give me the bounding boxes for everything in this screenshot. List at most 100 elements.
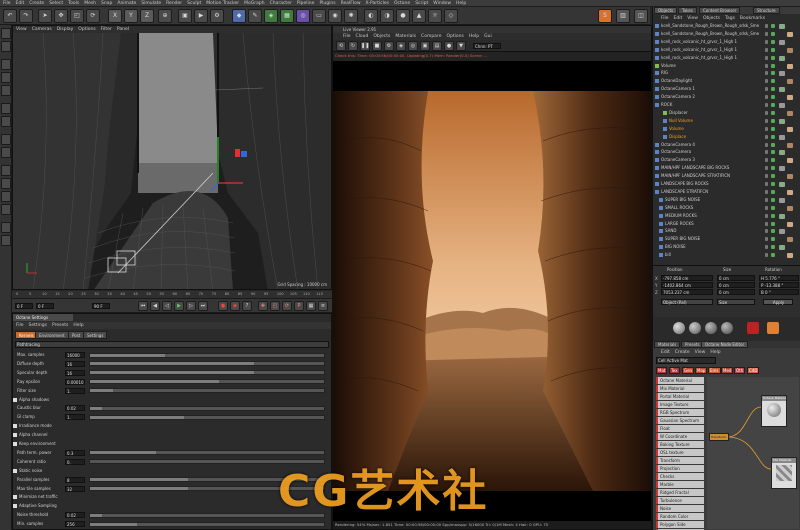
visibility-toggle-icon[interactable] <box>765 221 768 226</box>
material-tag-icon[interactable] <box>779 229 785 235</box>
ne-node-item[interactable]: Ridged Fractal <box>656 489 704 496</box>
ne-filter-oth-button[interactable]: Oth <box>734 367 746 374</box>
lv-send-scene-button[interactable]: ⟲ <box>336 41 346 51</box>
timeline-menu-button[interactable]: ≡ <box>318 301 328 311</box>
object-list-item[interactable]: MEDIUM ROCKS <box>653 213 800 220</box>
material-tag-icon[interactable] <box>779 71 785 77</box>
visibility-toggle-icon[interactable] <box>765 24 768 28</box>
live-select-button[interactable]: ➤ <box>38 9 52 23</box>
visibility-toggle-icon[interactable] <box>765 189 768 194</box>
kernel-setting-slider[interactable] <box>89 388 325 394</box>
ne-filter-map-button[interactable]: Map <box>695 367 708 374</box>
visibility-toggle-icon[interactable] <box>765 213 768 218</box>
ne-node-item[interactable]: RGB Spectrum <box>656 409 704 416</box>
coord-size-z-field[interactable]: 0 cm <box>717 289 755 295</box>
lv-stop-button[interactable]: ■ <box>372 41 382 51</box>
object-list-item[interactable]: Null Volume <box>653 118 800 125</box>
lv-menu-compare[interactable]: Compare <box>421 33 441 40</box>
record-button[interactable]: ● <box>218 301 228 311</box>
object-list-item[interactable]: BIG NOISE <box>653 244 800 251</box>
enable-check-icon[interactable] <box>771 47 775 52</box>
enable-check-icon[interactable] <box>771 213 775 218</box>
axis-x-button[interactable]: X <box>108 9 122 23</box>
ne-node-item[interactable]: Baking Texture <box>656 441 704 448</box>
tweak-mode-icon[interactable] <box>1 116 11 127</box>
visibility-toggle-icon[interactable] <box>765 118 768 123</box>
ne-filter-tex-button[interactable]: Tex <box>669 367 680 374</box>
visibility-toggle-icon[interactable] <box>765 71 768 76</box>
ne-node-item[interactable]: Marble <box>656 481 704 488</box>
ne-node-item[interactable]: Gaussian Spectrum <box>656 417 704 424</box>
undo-button[interactable]: ↶ <box>3 9 17 23</box>
kernel-setting-value[interactable]: 0.02 <box>65 512 85 519</box>
material-tag-icon[interactable] <box>787 126 793 132</box>
visibility-toggle-icon[interactable] <box>765 158 768 163</box>
node-transform[interactable]: Transform <box>709 433 729 441</box>
enable-check-icon[interactable] <box>771 134 775 139</box>
material-tag-icon[interactable] <box>779 166 785 172</box>
enable-check-icon[interactable] <box>771 174 775 179</box>
ne-tab-materials[interactable]: Materials <box>654 341 681 348</box>
kernel-setting-value[interactable]: 1. <box>65 387 85 394</box>
object-list-item[interactable]: Displacer <box>653 110 800 117</box>
enable-check-icon[interactable] <box>771 71 775 76</box>
texture-mode-icon[interactable] <box>1 41 11 52</box>
redo-button[interactable]: ↷ <box>19 9 33 23</box>
pen-button[interactable]: ✎ <box>248 9 262 23</box>
enable-check-icon[interactable] <box>771 197 775 202</box>
enable-check-icon[interactable] <box>771 55 775 60</box>
visibility-toggle-icon[interactable] <box>765 197 768 202</box>
material-tag-icon[interactable] <box>787 142 793 148</box>
ne-node-item[interactable]: Mix Material <box>656 385 704 392</box>
om-menu-tags[interactable]: Tags <box>725 15 735 22</box>
rotate-button[interactable]: ⟳ <box>86 9 100 23</box>
ne-menu-edit[interactable]: Edit <box>661 349 670 356</box>
kernel-setting-checkbox[interactable] <box>13 442 17 446</box>
visibility-toggle-icon[interactable] <box>765 110 768 115</box>
scale-button[interactable]: ◰ <box>70 9 84 23</box>
ne-node-item[interactable]: Transform <box>656 457 704 464</box>
lv-menu-gui[interactable]: Gui <box>484 33 492 40</box>
material-tag-icon[interactable] <box>787 31 793 37</box>
ne-node-item[interactable]: OSL texture <box>656 449 704 456</box>
visibility-toggle-icon[interactable] <box>765 87 768 92</box>
object-list-item[interactable]: kcell_rock_volcanic_ht_grvsr_1_High 1 <box>653 39 800 46</box>
ne-canvas[interactable]: Octane Material Transform Mix Material <box>707 377 799 529</box>
material-tag-icon[interactable] <box>787 221 793 227</box>
frame-current-field[interactable]: 0 F <box>36 303 54 309</box>
lv-menu-cloud[interactable]: Cloud <box>356 33 369 40</box>
object-list-item[interactable]: kcell_Sandstone_Rough_Brown_Rough_sdsk_S… <box>653 23 800 30</box>
coord-size-mode-dropdown[interactable]: Size <box>717 299 755 305</box>
om-menu-view[interactable]: View <box>687 15 698 22</box>
visibility-toggle-icon[interactable] <box>765 95 768 100</box>
object-list-item[interactable]: Displace <box>653 134 800 141</box>
paint-icon[interactable] <box>1 204 11 215</box>
material-tag-icon[interactable] <box>787 110 793 116</box>
enable-check-icon[interactable] <box>771 221 775 226</box>
ne-menu-create[interactable]: Create <box>675 349 690 356</box>
ne-node-item[interactable]: Noise <box>656 505 704 512</box>
material-tag-icon[interactable] <box>779 245 785 251</box>
lv-region-button[interactable]: ▣ <box>420 41 430 51</box>
visibility-toggle-icon[interactable] <box>765 47 768 52</box>
object-list-item[interactable]: LARGE ROCKS <box>653 221 800 228</box>
object-list-item[interactable]: SMALL ROCKS <box>653 205 800 212</box>
kernel-setting-value[interactable]: 0.02 <box>65 405 85 412</box>
om-tab-takes[interactable]: Takes <box>678 7 697 14</box>
viewport-menu-filter[interactable]: Filter <box>101 26 112 33</box>
layer-icon[interactable] <box>1 235 11 246</box>
array-button[interactable]: ▦ <box>280 9 294 23</box>
object-list-item[interactable]: LANDSCAPE STRATIFCN <box>653 189 800 196</box>
coord-apply-button[interactable]: Apply <box>763 299 793 305</box>
kernel-setting-value[interactable]: 0.3 <box>65 449 85 456</box>
lv-menu-options[interactable]: Options <box>446 33 463 40</box>
enable-axis-icon[interactable] <box>1 103 11 114</box>
ne-node-item[interactable]: W Coordinate <box>656 433 704 440</box>
viewport-menu-view[interactable]: View <box>16 26 27 33</box>
prev-key-button[interactable]: ◀ <box>150 301 160 311</box>
ne-filter-ems-button[interactable]: Ems <box>708 367 721 374</box>
ne-node-item[interactable]: Checks <box>656 473 704 480</box>
go-to-start-button[interactable]: ⏮ <box>138 301 148 311</box>
node-mix-material[interactable]: Mix Material <box>771 457 797 489</box>
snap-icon[interactable] <box>1 134 11 145</box>
